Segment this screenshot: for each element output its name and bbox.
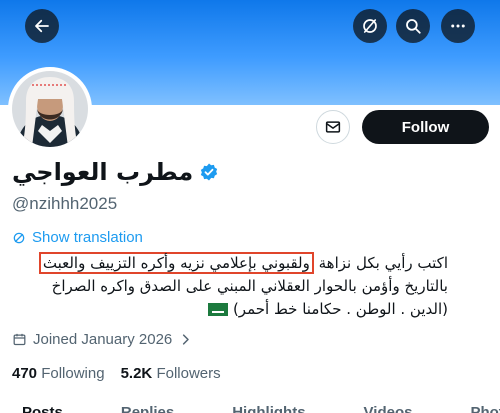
bio-highlighted-text: ولقبوني بإعلامي نزيه وأكره التزييف والعب… (38, 252, 314, 274)
followers-link[interactable]: 5.2K Followers (121, 365, 221, 382)
circle-slash-icon (363, 19, 377, 33)
tab-posts[interactable]: Posts (22, 404, 63, 413)
more-button[interactable] (441, 9, 475, 43)
search-button[interactable] (396, 9, 430, 43)
tab-replies[interactable]: Replies (121, 404, 174, 413)
tab-highlights[interactable]: Highlights (232, 404, 305, 413)
search-icon (406, 19, 421, 34)
saudi-flag-emoji (208, 303, 229, 316)
following-link[interactable]: 470 Following (12, 365, 105, 382)
profile-bio: اكتب رأيي بكل نزاهة ولقبوني بإعلامي نزيه… (8, 252, 448, 321)
profile-name-row: مطرب العواجي (12, 158, 219, 186)
more-horizontal-icon (451, 24, 465, 28)
follow-stats: 470 Following 5.2K Followers (12, 365, 221, 382)
follow-button[interactable]: Follow (362, 110, 489, 144)
bio-line-1: اكتب رأيي بكل نزاهة ولقبوني بإعلامي نزيه… (8, 252, 448, 275)
profile-handle: @nzihhh2025 (12, 194, 118, 213)
bio-line-1-text: اكتب رأيي بكل نزاهة (318, 254, 448, 272)
followers-count: 5.2K (120, 365, 153, 382)
avatar-image (12, 71, 88, 147)
mute-button[interactable] (353, 9, 387, 43)
translate-icon (13, 232, 25, 243)
show-translation-link[interactable]: Show translation (12, 229, 143, 246)
followers-label: Followers (156, 365, 221, 382)
message-button[interactable] (316, 110, 350, 144)
chevron-right-icon[interactable] (178, 332, 193, 347)
arrow-left-icon (35, 19, 49, 33)
bio-line-2: بالتاريخ وأؤمن بالحوار العقلاني المبني ع… (51, 277, 448, 295)
verified-badge-icon[interactable] (199, 162, 219, 182)
bio-line-3: (الدين . الوطن . حكامنا خط أحمر) (8, 298, 448, 321)
calendar-icon (13, 333, 26, 346)
joined-date: Joined January 2026 (12, 331, 193, 348)
back-button[interactable] (25, 9, 59, 43)
mail-icon (325, 121, 341, 133)
bio-line-3-text: (الدين . الوطن . حكامنا خط أحمر) (232, 300, 448, 318)
following-count: 470 (12, 365, 38, 382)
profile-tabs: Posts Replies Highlights Videos Photos (22, 404, 500, 413)
display-name: مطرب العواجي (12, 158, 194, 186)
tab-videos[interactable]: Videos (364, 404, 413, 413)
following-label: Following (41, 365, 105, 382)
joined-label: Joined January 2026 (33, 331, 173, 348)
show-translation-label: Show translation (32, 229, 143, 246)
avatar[interactable] (8, 67, 92, 151)
tab-photos[interactable]: Photos (470, 404, 500, 413)
